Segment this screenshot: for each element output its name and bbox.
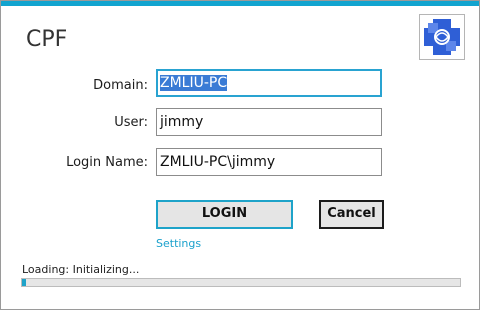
login-button[interactable]: LOGIN bbox=[156, 200, 293, 229]
settings-link[interactable]: Settings bbox=[156, 237, 201, 251]
app-title: CPF bbox=[26, 27, 68, 52]
app-logo-icon bbox=[419, 14, 465, 60]
title-accent-bar bbox=[1, 1, 479, 6]
login-name-field[interactable]: ZMLIU-PC\jimmy bbox=[156, 148, 382, 176]
domain-field[interactable]: ZMLIU-PC bbox=[156, 69, 382, 97]
domain-value: ZMLIU-PC bbox=[160, 75, 228, 91]
login-window: CPF Domain: ZMLIU-PC User: jimmy Login N… bbox=[0, 0, 480, 310]
user-field[interactable]: jimmy bbox=[156, 108, 382, 136]
domain-label: Domain: bbox=[93, 78, 148, 93]
cancel-button[interactable]: Cancel bbox=[319, 200, 384, 229]
user-label: User: bbox=[114, 115, 148, 130]
login-name-label: Login Name: bbox=[66, 155, 148, 170]
user-value: jimmy bbox=[160, 114, 204, 130]
status-text: Loading: Initializing... bbox=[22, 263, 140, 276]
progress-bar bbox=[21, 278, 461, 287]
login-name-value: ZMLIU-PC\jimmy bbox=[160, 154, 276, 170]
progress-fill bbox=[22, 279, 27, 286]
